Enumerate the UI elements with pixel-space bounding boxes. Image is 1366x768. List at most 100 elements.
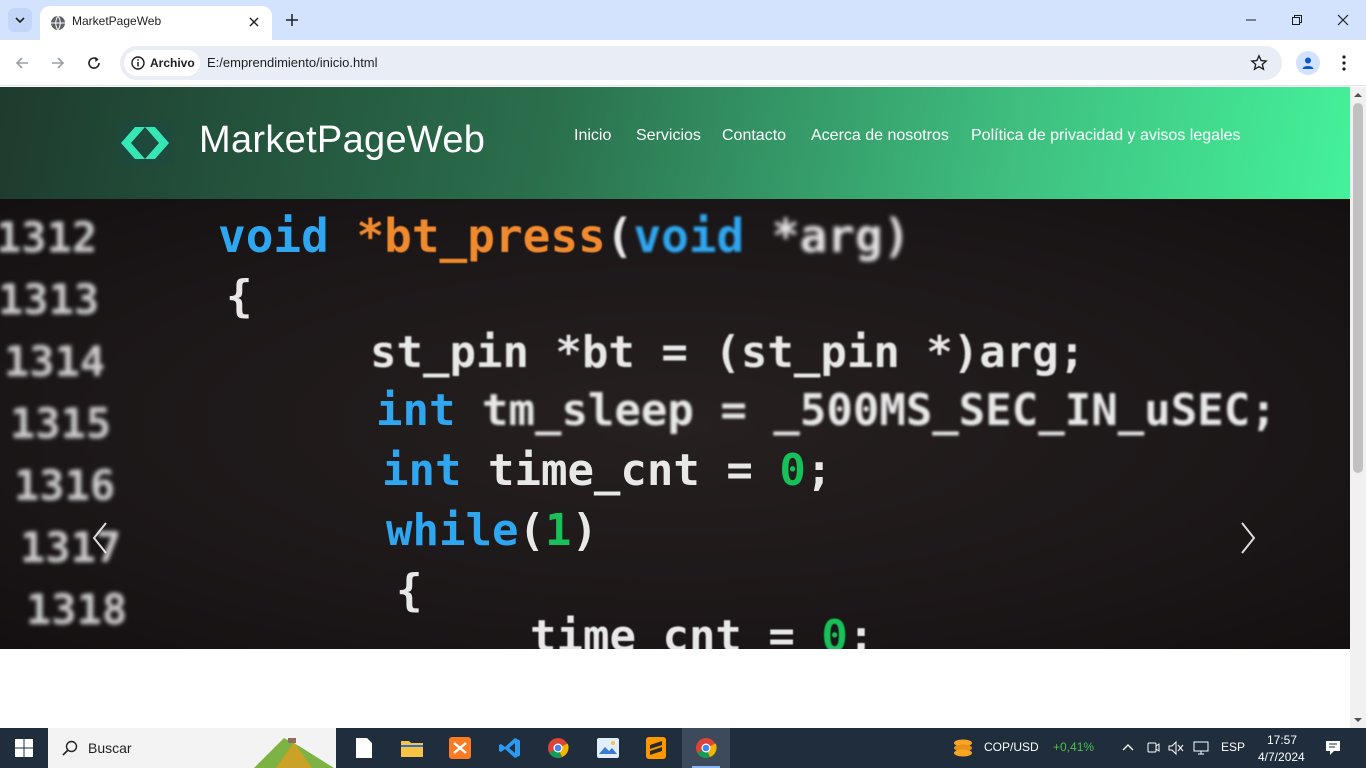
carousel-prev-icon[interactable] xyxy=(88,521,112,555)
browser-tab[interactable]: MarketPageWeb xyxy=(40,6,272,40)
arrow-left-icon xyxy=(15,57,28,69)
code-token: time_cnt = xyxy=(530,611,822,649)
back-button[interactable] xyxy=(10,51,34,75)
line-number: 1312 xyxy=(0,213,98,262)
clock-time[interactable]: 17:57 xyxy=(1267,733,1297,747)
code-line: int time_cnt = 0; xyxy=(382,445,832,496)
code-line: int tm_sleep = _500MS_SEC_IN_uSEC; xyxy=(376,385,1277,436)
code-token: *bt_press xyxy=(328,209,606,263)
line-number: 1315 xyxy=(10,399,112,448)
restore-icon xyxy=(1292,15,1302,25)
scroll-down-icon[interactable] xyxy=(1354,716,1362,724)
logo-icon[interactable] xyxy=(117,121,173,165)
new-tab-button[interactable] xyxy=(282,10,302,30)
search-icon xyxy=(62,740,78,756)
nav-acerca[interactable]: Acerca de nosotros xyxy=(811,127,949,145)
taskbar-app-chrome[interactable] xyxy=(682,728,730,768)
line-number: 1316 xyxy=(14,461,116,510)
address-bar[interactable]: Archivo E:/emprendimiento/inicio.html xyxy=(120,46,1282,80)
code-token: ) xyxy=(571,505,598,556)
document-icon xyxy=(356,738,372,758)
site-header: MarketPageWeb Inicio Servicios Contacto … xyxy=(0,87,1350,199)
line-number: 1313 xyxy=(0,275,100,324)
page-viewport: MarketPageWeb Inicio Servicios Contacto … xyxy=(0,87,1350,728)
site-info-chip[interactable]: Archivo xyxy=(124,50,200,76)
vscode-icon xyxy=(499,738,520,758)
code-token: void xyxy=(218,209,329,263)
taskbar-app-vscode[interactable] xyxy=(486,728,534,768)
sublime-text-icon xyxy=(646,737,666,759)
taskbar-app-sublime[interactable] xyxy=(632,728,680,768)
arrow-right-icon xyxy=(52,57,65,69)
code-line: time_cnt = 0; xyxy=(530,611,874,649)
search-highlight-illustration-icon xyxy=(254,738,334,768)
restore-button[interactable] xyxy=(1274,0,1320,40)
tab-strip: MarketPageWeb xyxy=(0,0,1366,40)
code-token: ( xyxy=(518,505,545,556)
taskbar-app-explorer[interactable] xyxy=(388,728,436,768)
code-token: int xyxy=(382,445,462,496)
close-icon xyxy=(1337,14,1349,26)
person-icon xyxy=(1302,57,1314,69)
chrome-icon xyxy=(696,738,717,758)
notifications-icon[interactable] xyxy=(1325,740,1341,756)
site-brand[interactable]: MarketPageWeb xyxy=(199,119,485,162)
taskbar-app-xampp[interactable] xyxy=(436,728,484,768)
taskbar-search[interactable]: Buscar xyxy=(48,728,336,768)
reload-icon xyxy=(88,57,100,69)
windows-logo-icon xyxy=(15,739,33,757)
code-line: st_pin *bt = (st_pin *)arg; xyxy=(370,327,1086,378)
line-number: 1314 xyxy=(4,337,106,386)
language-indicator[interactable]: ESP xyxy=(1221,740,1245,754)
info-icon xyxy=(131,56,145,70)
code-token: 0 xyxy=(821,611,848,649)
page-scrollbar[interactable] xyxy=(1350,87,1366,728)
camera-microphone-icon[interactable] xyxy=(1146,740,1160,756)
carousel-next-icon[interactable] xyxy=(1236,521,1260,555)
chip-label: Archivo xyxy=(150,56,195,70)
code-token: 1 xyxy=(544,505,572,556)
image-editor-icon xyxy=(597,738,619,758)
more-vert-icon xyxy=(1342,55,1346,71)
chrome-icon xyxy=(548,738,569,758)
forward-button[interactable] xyxy=(46,51,70,75)
code-token: tm_sleep = _500MS_SEC_IN_uSEC; xyxy=(455,385,1277,436)
code-token: void xyxy=(633,209,745,263)
xampp-icon xyxy=(449,737,471,759)
taskbar-app-chrome-profile[interactable] xyxy=(534,728,582,768)
start-button[interactable] xyxy=(0,728,48,768)
network-icon[interactable] xyxy=(1193,740,1209,756)
browser-menu-button[interactable] xyxy=(1334,51,1354,75)
search-label: Buscar xyxy=(88,740,132,756)
close-tab-icon[interactable] xyxy=(246,14,262,30)
profile-button[interactable] xyxy=(1296,51,1320,75)
chevron-up-icon[interactable] xyxy=(1122,742,1134,752)
folder-icon xyxy=(401,741,423,757)
code-token: *arg) xyxy=(744,209,911,263)
bookmark-star-icon[interactable] xyxy=(1250,54,1268,72)
taskbar-app-file[interactable] xyxy=(340,728,388,768)
scroll-up-icon[interactable] xyxy=(1354,91,1362,99)
plus-icon xyxy=(286,14,298,26)
clock-date[interactable]: 4/7/2024 xyxy=(1258,750,1305,764)
nav-privacidad[interactable]: Política de privacidad y avisos legales xyxy=(971,127,1240,145)
tab-title: MarketPageWeb xyxy=(72,14,162,28)
ticker-change[interactable]: +0,41% xyxy=(1053,740,1094,754)
nav-inicio[interactable]: Inicio xyxy=(574,127,611,145)
close-window-button[interactable] xyxy=(1320,0,1366,40)
code-token: time_cnt = xyxy=(461,445,780,496)
tab-search-button[interactable] xyxy=(8,8,32,32)
hero-carousel: 1312 1313 1314 1315 1316 1317 1318 void … xyxy=(0,199,1350,649)
minimize-button[interactable] xyxy=(1228,0,1274,40)
volume-muted-icon[interactable] xyxy=(1168,740,1184,756)
url-text[interactable]: E:/emprendimiento/inicio.html xyxy=(207,55,378,70)
currency-coins-icon[interactable] xyxy=(952,737,974,759)
reload-button[interactable] xyxy=(82,51,106,75)
scrollbar-thumb[interactable] xyxy=(1353,103,1363,473)
nav-servicios[interactable]: Servicios xyxy=(636,127,701,145)
taskbar-app-paint[interactable] xyxy=(584,728,632,768)
ticker-label[interactable]: COP/USD xyxy=(984,740,1039,754)
globe-icon xyxy=(51,15,65,31)
nav-contacto[interactable]: Contacto xyxy=(722,127,786,145)
browser-toolbar: Archivo E:/emprendimiento/inicio.html xyxy=(0,40,1366,86)
